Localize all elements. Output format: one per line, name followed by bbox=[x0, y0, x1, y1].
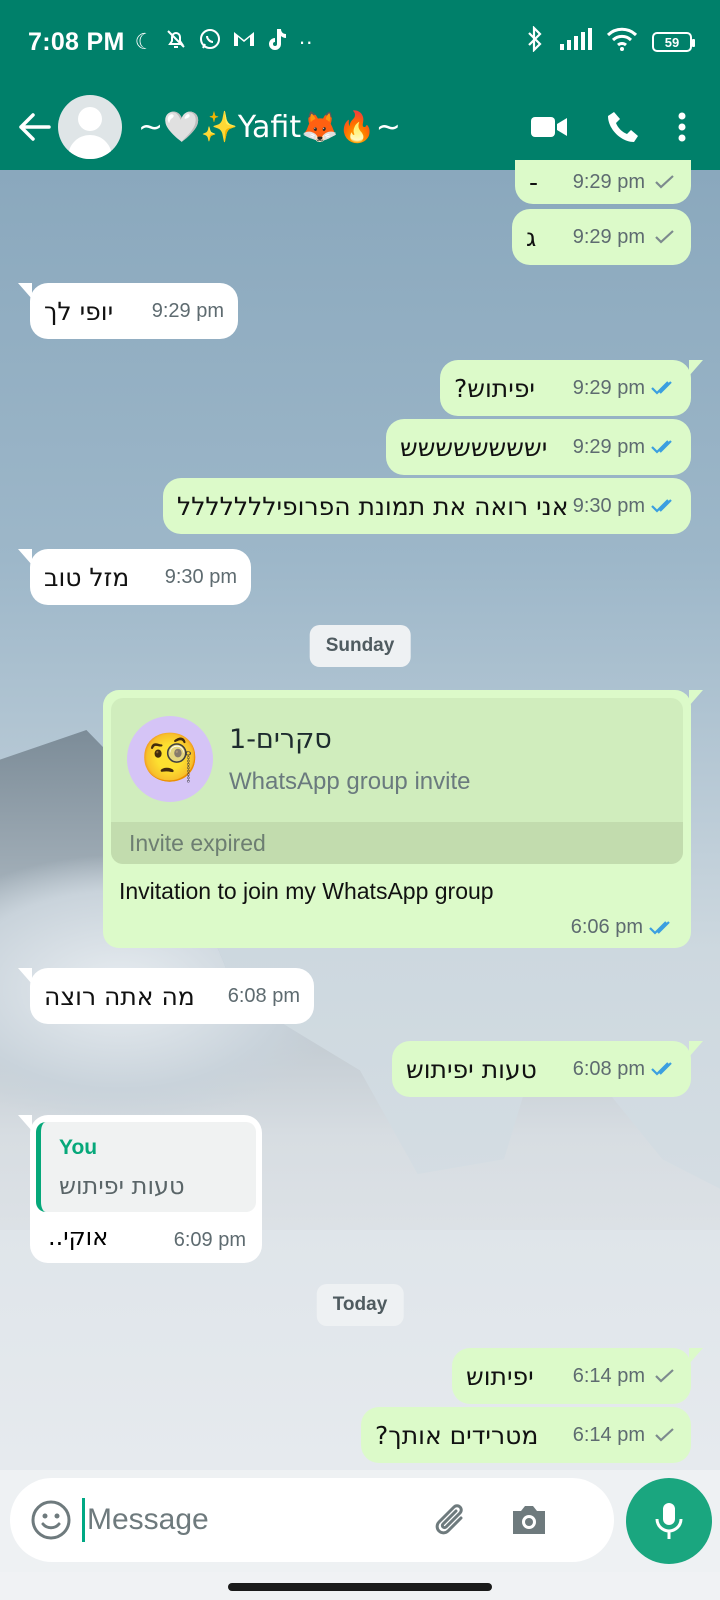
contact-name[interactable]: ~🤍✨Yafit🦊🔥~ bbox=[138, 110, 401, 145]
camera-icon bbox=[513, 1506, 545, 1534]
message-bubble[interactable]: יפיתוש? 9:29 pm bbox=[440, 360, 703, 416]
message-text: אני רואה את תמונת הפרופיללללללל bbox=[177, 491, 569, 521]
message-text: יופי לך bbox=[44, 296, 114, 326]
chat-header: ~🤍✨Yafit🦊🔥~ bbox=[0, 84, 720, 170]
message-time: 6:09 pm bbox=[173, 1229, 246, 1251]
battery-indicator: 59 bbox=[652, 32, 695, 52]
invite-subtitle: WhatsApp group invite bbox=[229, 768, 471, 795]
day-separator-sunday: Sunday bbox=[309, 625, 411, 667]
message-text: יפיתוש bbox=[466, 1361, 534, 1391]
message-bubble[interactable]: מטרידים אותך? 6:14 pm bbox=[361, 1407, 691, 1463]
voice-message-button[interactable] bbox=[626, 1478, 712, 1564]
status-bar: 7:08 PM ☾ ·· 59 bbox=[0, 0, 720, 84]
whatsapp-icon bbox=[198, 27, 222, 58]
message-text: מטרידים אותך? bbox=[375, 1420, 539, 1450]
tiktok-icon bbox=[266, 27, 288, 58]
signal-icon bbox=[558, 27, 592, 57]
message-time: 9:29 pm bbox=[572, 170, 645, 193]
group-name: סקרים-1 bbox=[229, 724, 332, 755]
wifi-icon bbox=[606, 27, 638, 58]
message-text: ג bbox=[526, 222, 537, 252]
reply-message-bubble[interactable]: You טעות יפיתוש אוקי.. 6:09 pm bbox=[18, 1115, 262, 1263]
double-tick-icon bbox=[651, 440, 672, 454]
message-time: 9:29 pm bbox=[151, 299, 224, 322]
message-text: יפיתוש? bbox=[454, 373, 536, 403]
attach-button[interactable] bbox=[431, 1500, 471, 1540]
moon-icon: ☾ bbox=[134, 29, 155, 54]
microphone-icon bbox=[655, 1503, 683, 1539]
message-bubble[interactable]: יופי לך 9:29 pm bbox=[18, 283, 238, 339]
video-camera-icon bbox=[531, 117, 567, 137]
message-bubble[interactable]: יפיתוש 6:14 pm bbox=[452, 1348, 703, 1404]
more-options-button[interactable] bbox=[678, 112, 686, 142]
quoted-message[interactable]: You טעות יפיתוש bbox=[36, 1122, 256, 1212]
message-bubble[interactable]: מה אתה רוצה 6:08 pm bbox=[18, 968, 314, 1024]
double-tick-icon bbox=[651, 1062, 672, 1076]
message-time: 6:14 pm bbox=[572, 1423, 645, 1446]
message-text: מה אתה רוצה bbox=[44, 981, 195, 1011]
double-tick-icon bbox=[651, 381, 672, 395]
video-call-button[interactable] bbox=[530, 114, 568, 140]
invite-status: Invite expired bbox=[111, 822, 683, 864]
home-gesture-bar[interactable] bbox=[228, 1583, 492, 1591]
message-input[interactable] bbox=[87, 1503, 417, 1537]
group-avatar: 🧐 bbox=[127, 716, 213, 802]
day-separator-today: Today bbox=[316, 1284, 404, 1326]
voice-call-button[interactable] bbox=[606, 110, 640, 144]
message-bubble[interactable]: טעות יפיתוש 6:08 pm bbox=[392, 1041, 703, 1097]
single-tick-icon bbox=[655, 230, 674, 244]
emoji-button[interactable] bbox=[30, 1499, 72, 1541]
monocle-face-icon: 🧐 bbox=[140, 732, 200, 785]
message-time: 9:30 pm bbox=[572, 494, 645, 517]
message-bubble[interactable]: - 9:29 pm bbox=[515, 160, 691, 204]
arrow-left-icon bbox=[19, 113, 51, 141]
contact-avatar[interactable] bbox=[58, 95, 122, 159]
message-bubble[interactable]: מזל טוב 9:30 pm bbox=[18, 549, 251, 605]
text-cursor bbox=[82, 1498, 85, 1542]
smiley-icon bbox=[31, 1500, 71, 1540]
message-time: 6:08 pm bbox=[227, 984, 300, 1007]
single-tick-icon bbox=[655, 1428, 674, 1442]
message-time: 6:14 pm bbox=[572, 1364, 645, 1387]
more-notifications-icon: ·· bbox=[298, 29, 313, 54]
message-bubble[interactable]: אני רואה את תמונת הפרופיללללללל 9:30 pm bbox=[163, 478, 691, 534]
message-time: 9:29 pm bbox=[572, 435, 645, 458]
message-composer bbox=[10, 1478, 614, 1562]
paperclip-icon bbox=[435, 1504, 463, 1535]
message-time: 6:06 pm bbox=[570, 916, 643, 938]
message-time: 9:29 pm bbox=[572, 376, 645, 399]
message-bubble[interactable]: ישששששששש 9:29 pm bbox=[386, 419, 691, 475]
bell-off-icon bbox=[164, 27, 188, 58]
more-vertical-icon bbox=[678, 112, 686, 142]
single-tick-icon bbox=[655, 1369, 674, 1383]
double-tick-icon bbox=[649, 920, 670, 935]
quote-author: You bbox=[59, 1136, 98, 1159]
message-text: אוקי.. bbox=[48, 1223, 109, 1251]
message-text: - bbox=[529, 167, 539, 197]
app-bar: 7:08 PM ☾ ·· 59 ~🤍✨Yafit🦊🔥~ bbox=[0, 0, 720, 170]
invite-message: Invitation to join my WhatsApp group bbox=[119, 878, 494, 904]
quote-text: טעות יפיתוש bbox=[59, 1172, 185, 1200]
bluetooth-icon bbox=[526, 24, 544, 59]
group-invite-card[interactable]: 🧐 סקרים-1 WhatsApp group invite Invite e… bbox=[111, 698, 683, 864]
back-button[interactable] bbox=[14, 107, 54, 147]
camera-button[interactable] bbox=[509, 1503, 549, 1537]
message-time: 9:30 pm bbox=[164, 565, 237, 588]
message-bubble[interactable]: ג 9:29 pm bbox=[512, 209, 691, 265]
double-tick-icon bbox=[651, 499, 672, 513]
status-time: 7:08 PM bbox=[28, 27, 125, 56]
message-time: 9:29 pm bbox=[572, 225, 645, 248]
group-invite-bubble[interactable]: 🧐 סקרים-1 WhatsApp group invite Invite e… bbox=[103, 690, 703, 948]
gmail-icon bbox=[232, 28, 256, 57]
message-text: טעות יפיתוש bbox=[406, 1054, 537, 1084]
message-time: 6:08 pm bbox=[572, 1057, 645, 1080]
single-tick-icon bbox=[655, 175, 674, 189]
message-text: ישששששששש bbox=[400, 432, 548, 462]
message-text: מזל טוב bbox=[44, 562, 130, 592]
phone-icon bbox=[608, 112, 638, 142]
